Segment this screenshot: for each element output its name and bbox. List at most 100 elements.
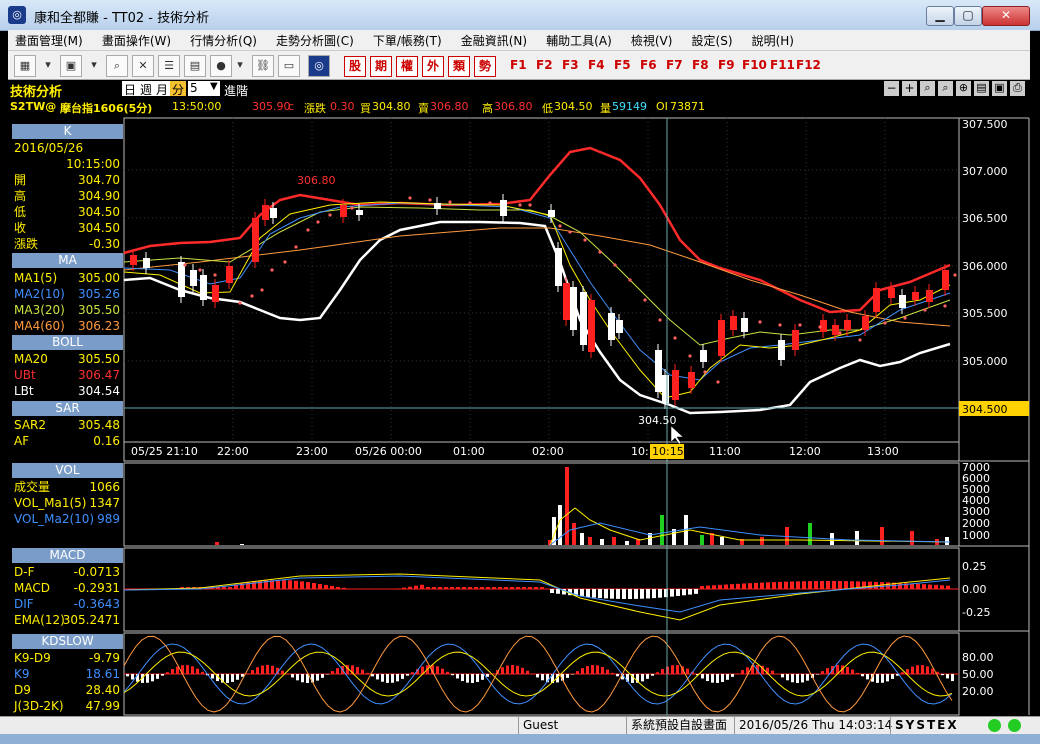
sar-dot <box>408 196 412 200</box>
time-label: 10: <box>631 445 649 458</box>
volume-bar <box>580 533 584 545</box>
volume-bar <box>600 539 604 545</box>
macd-bar <box>826 581 830 589</box>
sar-dot <box>818 325 822 329</box>
candle-body <box>226 266 233 283</box>
macd-bar <box>556 589 560 594</box>
candle-body <box>778 340 785 360</box>
kd-bar <box>231 674 234 682</box>
volume-bar <box>612 537 616 545</box>
kd-bar <box>656 672 659 674</box>
candle-body <box>616 320 623 333</box>
macd-bar <box>336 586 340 589</box>
kd-bar <box>916 665 919 674</box>
macd-bar <box>844 581 848 589</box>
kd-bar <box>356 667 359 674</box>
kd-bar <box>236 674 239 680</box>
kd-bar <box>886 674 889 682</box>
candle-body <box>143 258 150 268</box>
candle-body <box>700 350 707 362</box>
candle-body <box>873 288 880 312</box>
macd-bar <box>694 589 698 594</box>
kd-bar <box>851 669 854 674</box>
kd-bar <box>876 674 879 683</box>
macd-bar <box>402 587 406 589</box>
sar-dot <box>953 273 957 277</box>
macd-bar <box>748 583 752 589</box>
candle-body <box>434 203 441 209</box>
candle-body <box>200 275 207 300</box>
macd-bar <box>784 581 788 589</box>
connection-status-icon <box>988 719 1001 732</box>
kd-bar <box>586 666 589 674</box>
low-annotation: 304.50 <box>638 414 677 427</box>
kd-bar <box>951 674 954 682</box>
macd-bar <box>742 583 746 589</box>
kd-bar <box>571 674 574 675</box>
candle-body <box>178 262 185 297</box>
kd-bar <box>521 667 524 674</box>
kd-bar <box>291 674 294 678</box>
macd-bar <box>772 582 776 589</box>
kd-bar <box>701 674 704 679</box>
sar-dot <box>838 331 842 335</box>
kd-bar <box>376 674 379 680</box>
kd-bar <box>436 666 439 674</box>
kd-bar <box>146 674 149 683</box>
sar-dot <box>283 260 287 264</box>
kd-bar <box>676 665 679 674</box>
sar-dot <box>238 301 242 305</box>
macd-bar <box>318 583 322 589</box>
volume-bar <box>910 531 914 545</box>
time-label: 05/26 00:00 <box>355 445 422 458</box>
kd-bar <box>446 671 449 674</box>
macd-bar <box>922 584 926 589</box>
sar-dot <box>260 288 264 292</box>
kd-bar <box>796 674 799 683</box>
kd-bar <box>716 674 719 683</box>
kd-bar <box>861 674 864 677</box>
macd-bar <box>486 587 490 589</box>
macd-bar <box>510 587 514 589</box>
macd-bar <box>516 587 520 589</box>
macd-bar <box>462 587 466 589</box>
candle-body <box>899 295 906 308</box>
candle-body <box>730 316 737 330</box>
kd-bar <box>196 668 199 674</box>
candle-body <box>252 218 259 262</box>
time-label: 01:00 <box>453 445 485 458</box>
kd-bar <box>781 674 784 678</box>
chart-canvas[interactable]: 306.80 304.50 307.500 307.000 306.500 30… <box>0 0 1040 744</box>
os-taskbar <box>0 734 1040 744</box>
kd-bar <box>326 674 329 675</box>
macd-bar <box>796 581 800 589</box>
candle-body <box>500 200 507 216</box>
macd-bar <box>432 587 436 589</box>
macd-bar <box>408 586 412 589</box>
candle-body <box>588 300 595 352</box>
candle-body <box>912 292 919 300</box>
macd-bar <box>754 582 758 589</box>
macd-bar <box>766 582 770 589</box>
macd-bar <box>676 589 680 596</box>
kd-bar <box>771 670 774 674</box>
macd-bar <box>712 585 716 589</box>
kd-bar <box>246 673 249 674</box>
kd-bar <box>821 671 824 674</box>
kd-bar <box>601 666 604 674</box>
macd-bar <box>736 583 740 589</box>
candle-body <box>832 325 839 335</box>
time-label: 02:00 <box>532 445 564 458</box>
kd-bar <box>261 665 264 674</box>
macd-bar <box>616 589 620 599</box>
sar-dot <box>328 213 332 217</box>
kd-bar <box>336 668 339 674</box>
kd-bar <box>156 674 159 679</box>
time-label: 23:00 <box>296 445 328 458</box>
bollinger-bands <box>123 146 951 415</box>
macd-bar <box>580 589 584 597</box>
candle-body <box>270 208 277 218</box>
macd-bar <box>652 589 656 599</box>
macd-bar <box>634 589 638 599</box>
sar-dot <box>488 201 492 205</box>
